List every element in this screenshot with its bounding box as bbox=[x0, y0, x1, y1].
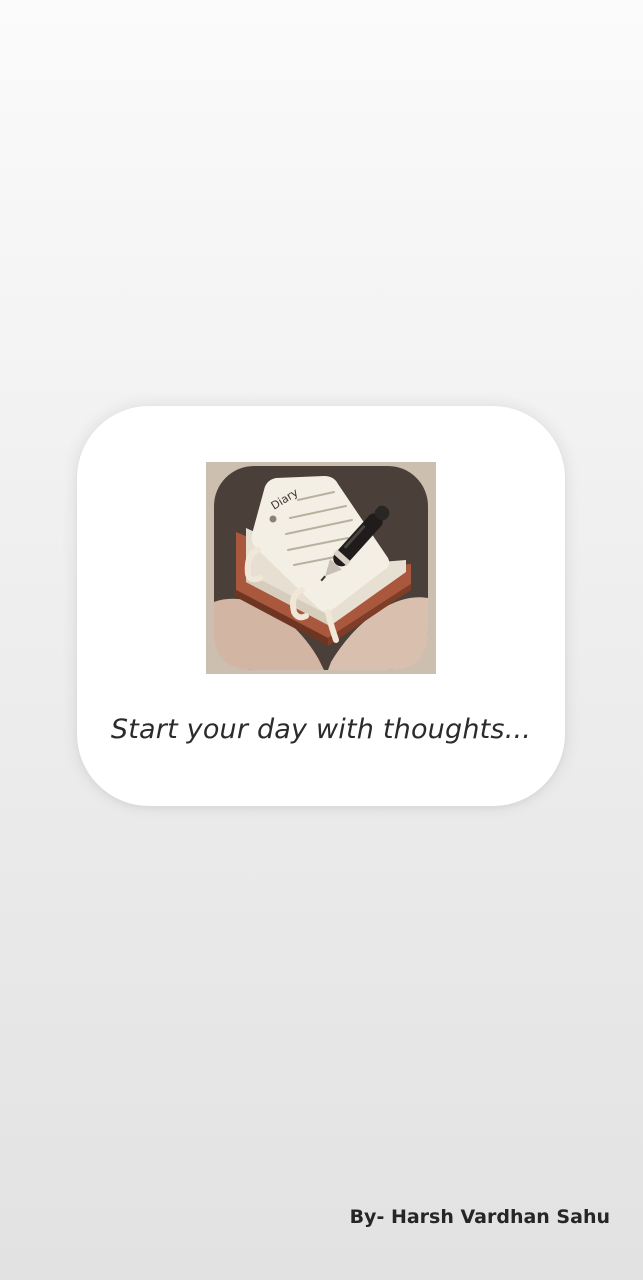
author-credit: By- Harsh Vardhan Sahu bbox=[349, 1206, 610, 1228]
tagline: Start your day with thoughts... bbox=[110, 714, 532, 745]
splash-card: Diary Start your day with thoughts... bbox=[77, 406, 565, 806]
diary-app-icon: Diary bbox=[206, 462, 436, 674]
diary-logo-graphic: Diary bbox=[206, 462, 436, 674]
